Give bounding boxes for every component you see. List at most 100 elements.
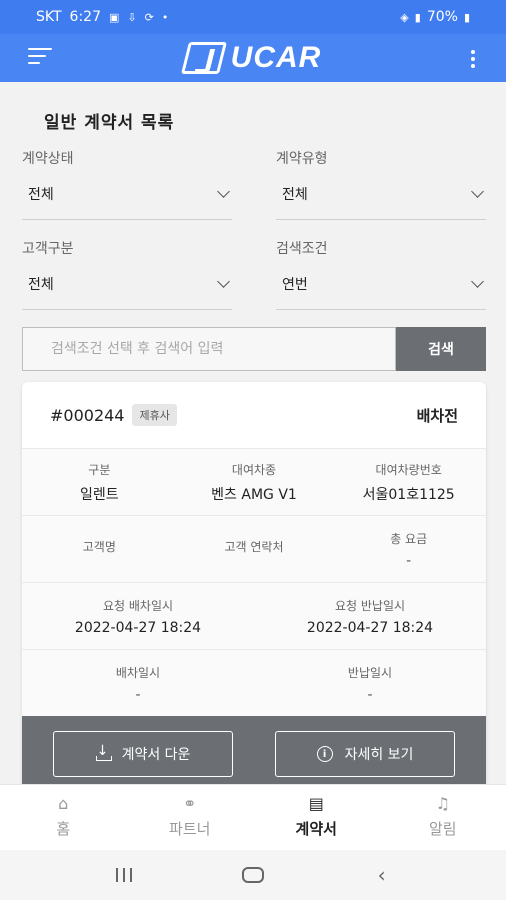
partner-badge: 제휴사 [132, 404, 177, 426]
bell-icon: ♫ [435, 794, 450, 813]
chevron-down-icon [217, 185, 230, 198]
info-icon: i [316, 746, 333, 762]
filter-customer-type: 고객구분 전체 [22, 238, 232, 310]
search-button[interactable]: 검색 [396, 327, 486, 371]
nav-label: 알림 [428, 820, 457, 838]
cell-value: 벤츠 AMG V1 [211, 486, 297, 503]
cell-label: 배차일시 [115, 665, 161, 680]
info-row: 고객명 고객 연락처 총 요금 - [22, 515, 486, 582]
home-icon: ⌂ [58, 794, 69, 813]
cell-label: 요청 반납일시 [334, 598, 406, 613]
download-icon [95, 743, 112, 761]
filter-label: 계약상태 [22, 151, 74, 167]
cell-value: 2022-04-27 18:24 [74, 619, 202, 636]
status-left: SKT 6:27 ▣ ⇩ ⟳ • [36, 9, 168, 25]
sync-icon: ⟳ [144, 10, 154, 24]
battery-text: 70% [426, 9, 458, 25]
cell-label: 고객명 [82, 539, 116, 554]
info-cell: 배차일시 - [22, 664, 254, 703]
nav-item-home[interactable]: ⌂ 홈 [0, 785, 127, 850]
app-bar: UCAR [0, 34, 506, 82]
system-nav-bar: ‹ [0, 850, 506, 900]
cell-value: - [406, 552, 412, 569]
nav-item-notification[interactable]: ♫ 알림 [380, 785, 506, 850]
filter-label: 검색조건 [276, 241, 328, 257]
info-row: 구분 일렌트 대여차종 벤츠 AMG V1 대여차량번호 서울01호1125 [22, 448, 486, 515]
nav-label: 파트너 [169, 820, 211, 838]
wifi-icon: ◈ [400, 10, 409, 24]
search-input[interactable] [22, 327, 396, 371]
cell-label: 반납일시 [347, 665, 393, 680]
dot-icon: • [161, 10, 169, 24]
cell-label: 고객 연락처 [224, 539, 284, 554]
view-details-button[interactable]: i 자세히 보기 [275, 731, 455, 777]
carrier-text: SKT [36, 9, 62, 25]
download-label: 계약서 다운 [121, 747, 191, 763]
back-chevron-icon: ‹ [377, 863, 386, 887]
handshake-icon: ⚭ [183, 794, 197, 813]
cell-value: 2022-04-27 18:24 [306, 619, 434, 636]
back-button[interactable]: ‹ [367, 863, 397, 887]
cell-label: 대여차량번호 [375, 462, 442, 477]
menu-button[interactable] [28, 48, 52, 68]
info-cell: 대여차량번호 서울01호1125 [331, 461, 486, 504]
nav-item-contract[interactable]: ▤ 계약서 [253, 785, 380, 850]
logo-text: UCAR [230, 41, 322, 74]
card-header: #000244 제휴사 배차전 [22, 382, 486, 448]
cell-label: 대여차종 [231, 462, 277, 477]
info-cell: 총 요금 - [331, 530, 486, 569]
status-badge: 배차전 [416, 406, 458, 425]
info-row: 배차일시 - 반납일시 - [22, 649, 486, 716]
cell-label: 요청 배차일시 [102, 598, 174, 613]
battery-icon: ▮ [463, 10, 470, 24]
cell-value: 서울01호1125 [362, 486, 455, 503]
info-row: 요청 배차일시 2022-04-27 18:24 요청 반납일시 2022-04… [22, 582, 486, 649]
select-value: 연번 [282, 277, 308, 293]
logo-mark-icon [180, 42, 227, 74]
filter-label: 계약유형 [276, 151, 328, 167]
card-actions: 계약서 다운 i 자세히 보기 [22, 716, 486, 784]
contract-number: #000244 [50, 405, 125, 425]
info-cell: 구분 일렌트 [22, 461, 177, 504]
customer-type-select[interactable]: 전체 [22, 274, 232, 310]
clock-text: 6:27 [69, 9, 101, 25]
nav-item-partner[interactable]: ⚭ 파트너 [127, 785, 254, 850]
select-value: 전체 [282, 187, 308, 203]
status-bar: SKT 6:27 ▣ ⇩ ⟳ • ◈ ▮ 70% ▮ [0, 0, 506, 34]
info-cell: 고객명 [22, 538, 177, 561]
home-pill-icon [241, 867, 264, 883]
search-condition-select[interactable]: 연번 [276, 274, 486, 310]
document-icon: ▤ [308, 794, 324, 813]
info-cell: 반납일시 - [254, 664, 486, 703]
filter-contract-status: 계약상태 전체 [22, 148, 232, 220]
info-cell: 요청 반납일시 2022-04-27 18:24 [254, 597, 486, 636]
more-options-button[interactable] [470, 50, 476, 68]
page-title: 일반 계약서 목록 [44, 113, 175, 133]
info-cell: 요청 배차일시 2022-04-27 18:24 [22, 597, 254, 636]
info-cell: 고객 연락처 [177, 538, 332, 561]
nav-label: 홈 [56, 820, 71, 838]
cell-value: - [135, 686, 141, 703]
cell-label: 총 요금 [390, 531, 428, 546]
filter-search-condition: 검색조건 연번 [276, 238, 486, 310]
filter-contract-type: 계약유형 전체 [276, 148, 486, 220]
search-row: 검색 [22, 327, 486, 371]
cell-label: 구분 [88, 462, 111, 477]
signal-icon: ▮ [414, 10, 421, 24]
contract-type-select[interactable]: 전체 [276, 184, 486, 220]
bottom-nav: ⌂ 홈 ⚭ 파트너 ▤ 계약서 ♫ 알림 [0, 784, 506, 850]
cell-value: 일렌트 [80, 486, 119, 503]
info-cell: 대여차종 벤츠 AMG V1 [177, 461, 332, 504]
chevron-down-icon [471, 275, 484, 288]
home-button[interactable] [238, 863, 268, 887]
select-value: 전체 [28, 187, 54, 203]
recents-button[interactable] [109, 863, 139, 887]
status-right: ◈ ▮ 70% ▮ [400, 9, 470, 25]
contract-status-select[interactable]: 전체 [22, 184, 232, 220]
app-logo: UCAR [180, 41, 322, 75]
chevron-down-icon [471, 185, 484, 198]
contract-card: #000244 제휴사 배차전 구분 일렌트 대여차종 벤츠 AMG V1 대여… [22, 382, 486, 784]
download-contract-button[interactable]: 계약서 다운 [53, 731, 233, 777]
cell-value: - [367, 686, 373, 703]
download-icon: ⇩ [127, 10, 137, 24]
